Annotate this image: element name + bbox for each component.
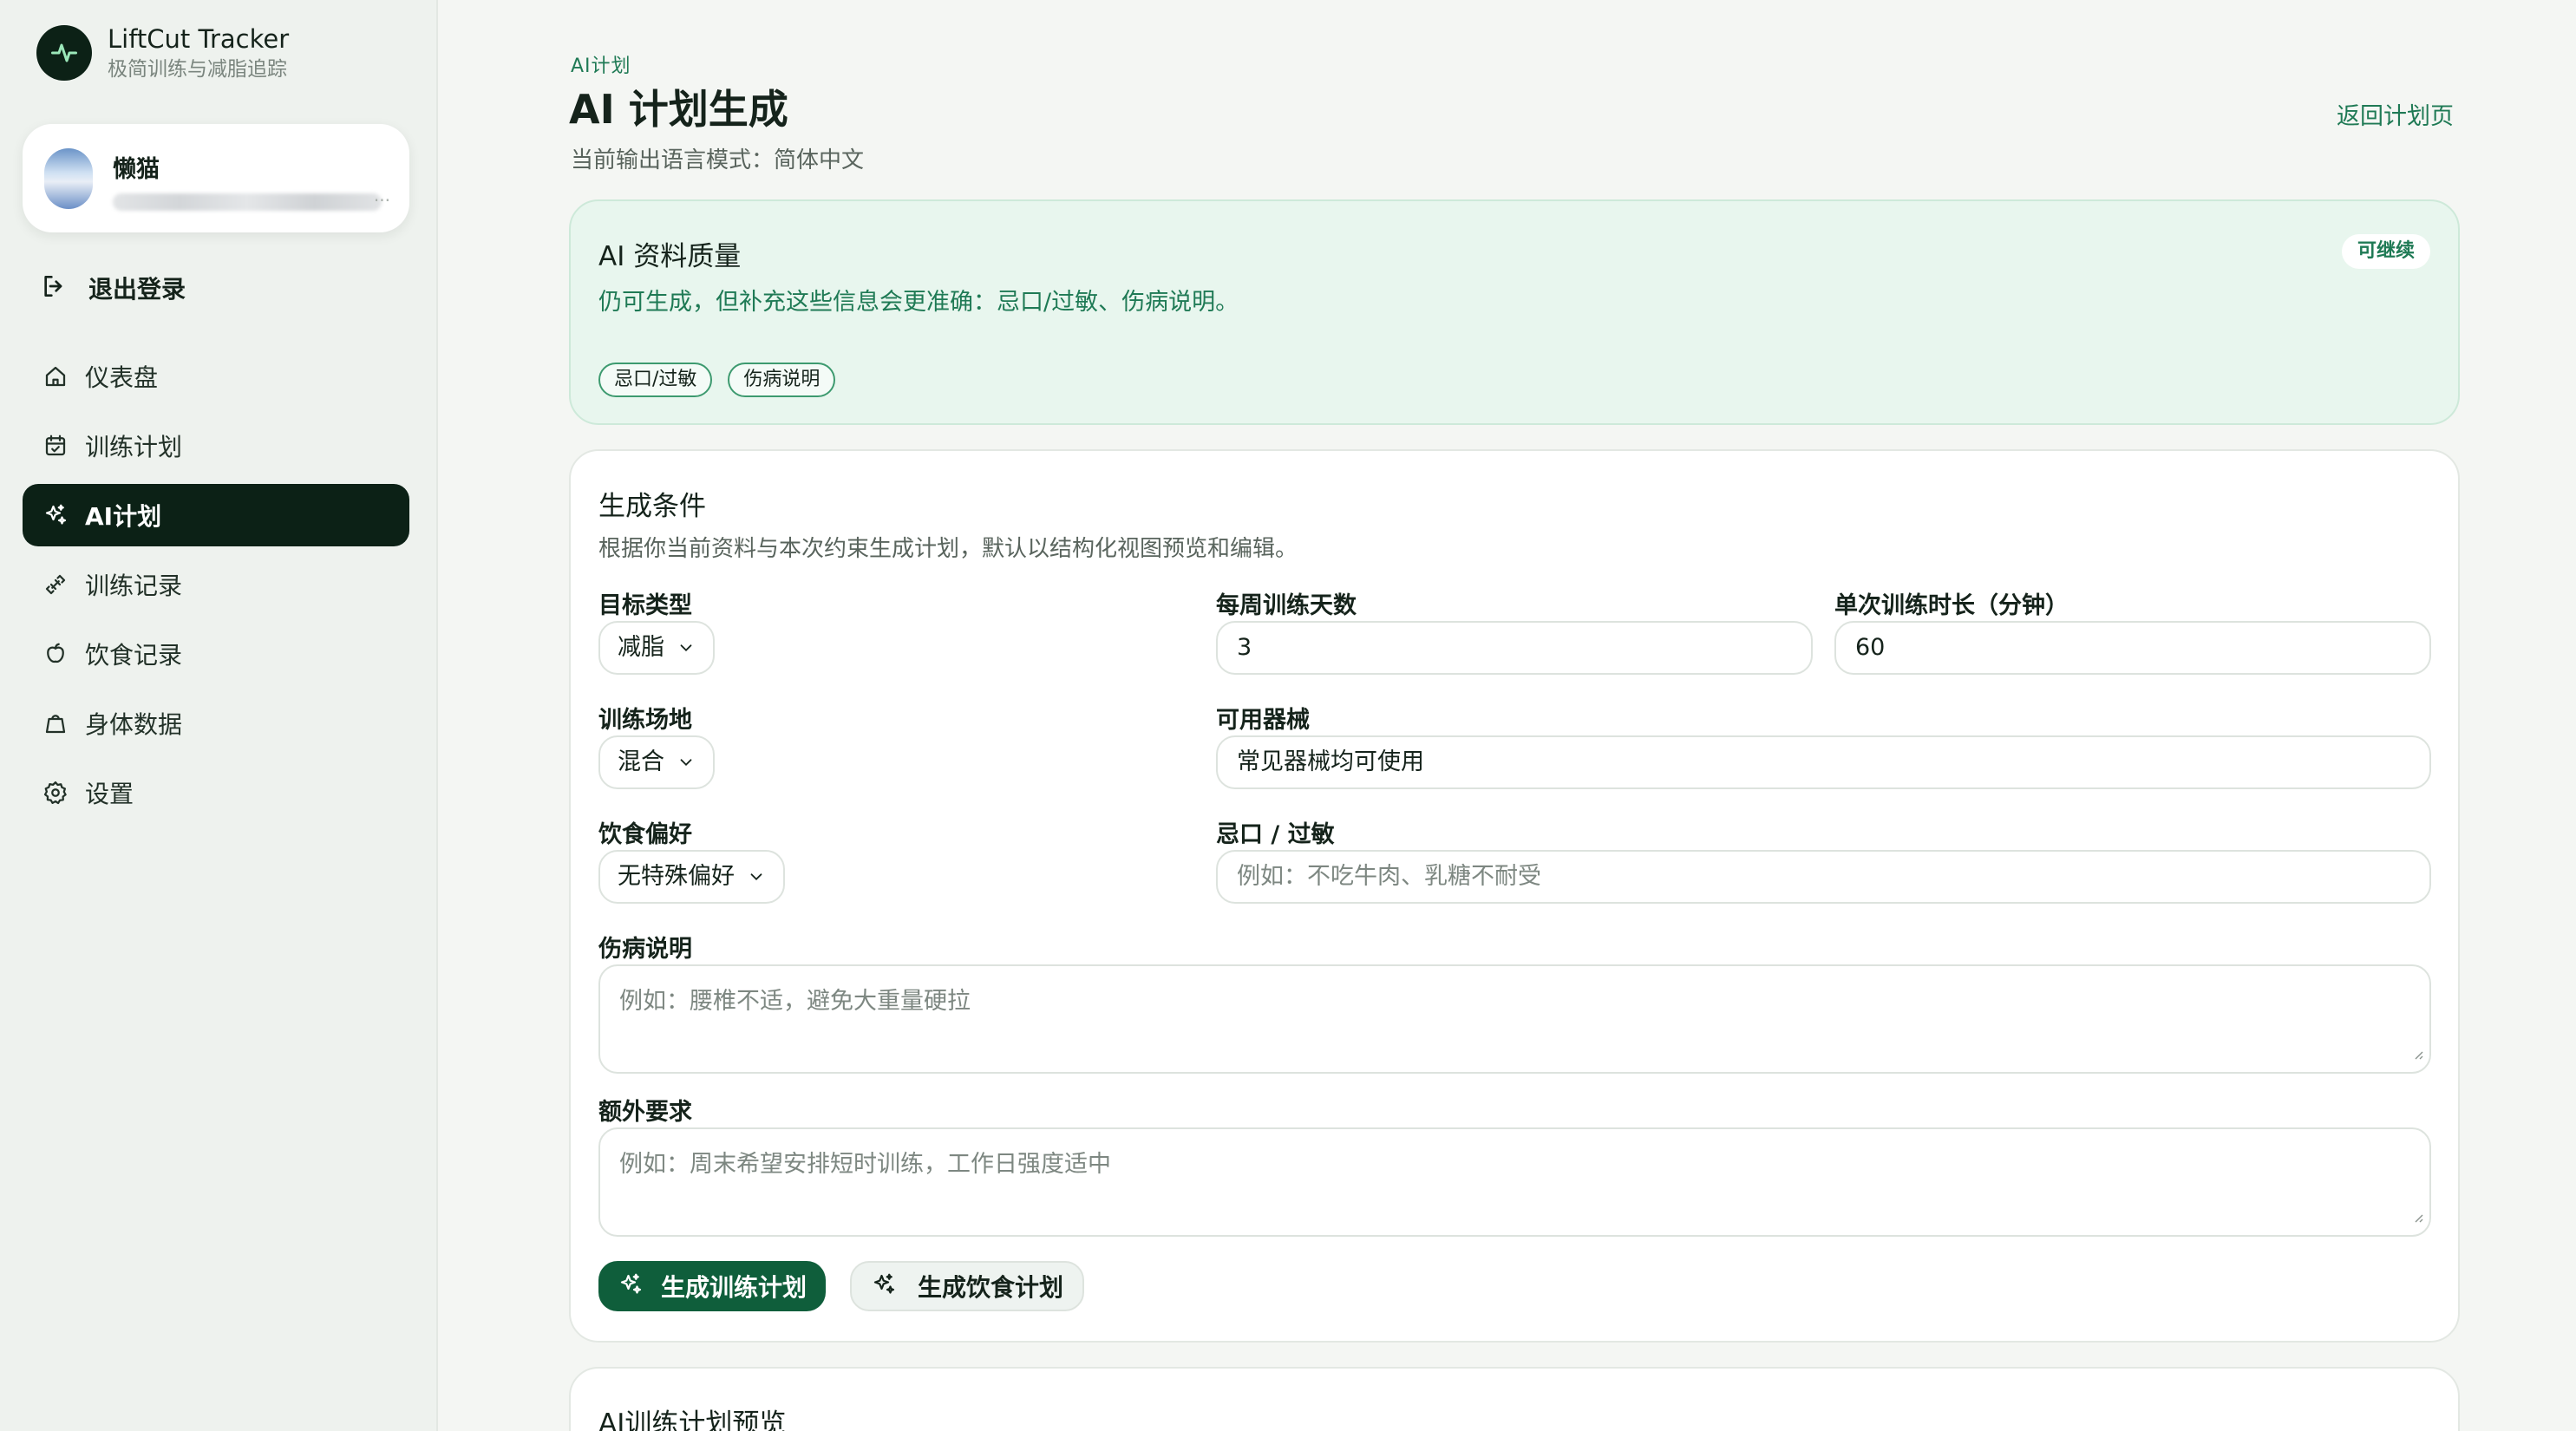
missing-tags: 忌口/过敏 伤病说明 <box>598 363 851 397</box>
sidebar-item-label: AI计划 <box>85 502 162 531</box>
conditions-title: 生成条件 <box>598 491 706 522</box>
sidebar-item-label: 训练记录 <box>85 572 183 600</box>
injuries-placeholder: 例如：腰椎不适，避免大重量硬拉 <box>619 988 971 1015</box>
extra-label: 额外要求 <box>598 1099 692 1126</box>
body-icon <box>42 709 69 737</box>
logout-icon <box>40 272 68 304</box>
conditions-card: 生成条件 根据你当前资料与本次约束生成计划，默认以结构化视图预览和编辑。 目标类… <box>569 449 2460 1343</box>
days-per-week-input[interactable]: 3 <box>1216 621 1813 675</box>
injuries-textarea[interactable]: 例如：腰椎不适，避免大重量硬拉 <box>598 964 2431 1074</box>
sidebar-nav: 仪表盘 训练计划 AI计划 训练记录 饮食记录 身体数据 设置 <box>23 345 409 831</box>
quality-title: AI 资料质量 <box>598 241 742 272</box>
generate-diet-button[interactable]: 生成饮食计划 <box>850 1261 1085 1311</box>
back-to-plans-link[interactable]: 返回计划页 <box>2337 97 2454 131</box>
sidebar-item-dashboard[interactable]: 仪表盘 <box>23 345 409 408</box>
diet-pref-select[interactable]: 无特殊偏好 <box>598 850 785 904</box>
venue-select[interactable]: 混合 <box>598 735 715 789</box>
session-minutes-label: 单次训练时长（分钟） <box>1834 592 2069 619</box>
sidebar-item-training-plan[interactable]: 训练计划 <box>23 415 409 477</box>
equipment-input[interactable]: 常见器械均可使用 <box>1216 735 2431 789</box>
sidebar-item-label: 身体数据 <box>85 710 183 739</box>
quality-description: 仍可生成，但补充这些信息会更准确：忌口/过敏、伤病说明。 <box>598 289 1239 316</box>
resize-handle-icon[interactable] <box>2410 1203 2424 1230</box>
days-per-week-label: 每周训练天数 <box>1216 592 1357 619</box>
sparkle-icon <box>42 501 69 529</box>
brand-name: LiftCut Tracker <box>108 24 290 54</box>
language-mode: 当前输出语言模式：简体中文 <box>571 147 865 173</box>
dumbbell-icon <box>42 571 69 598</box>
sidebar-item-label: 设置 <box>85 780 134 808</box>
sidebar-item-label: 仪表盘 <box>85 363 159 392</box>
sparkle-icon <box>618 1271 644 1301</box>
logout-label: 退出登录 <box>88 275 186 304</box>
sidebar-item-label: 训练计划 <box>85 433 183 461</box>
diet-pref-value: 无特殊偏好 <box>618 863 735 890</box>
diet-pref-label: 饮食偏好 <box>598 821 692 848</box>
conditions-description: 根据你当前资料与本次约束生成计划，默认以结构化视图预览和编辑。 <box>598 536 1298 562</box>
extra-placeholder: 例如：周末希望安排短时训练，工作日强度适中 <box>619 1151 1111 1178</box>
pulse-icon <box>36 25 92 81</box>
avatar <box>44 148 93 209</box>
sidebar: LiftCut Tracker 极简训练与减脂追踪 懒猫 ... 退出登录 仪表… <box>0 0 438 1431</box>
goal-type-label: 目标类型 <box>598 592 692 619</box>
brand[interactable]: LiftCut Tracker 极简训练与减脂追踪 <box>36 23 289 83</box>
generate-diet-label: 生成饮食计划 <box>918 1273 1064 1302</box>
logout-button[interactable]: 退出登录 <box>40 271 186 305</box>
user-card[interactable]: 懒猫 ... <box>23 124 409 232</box>
user-email: ... <box>113 190 390 209</box>
preview-title: AI训练计划预览 <box>598 1408 787 1431</box>
apple-icon <box>42 640 69 668</box>
status-badge: 可继续 <box>2341 234 2430 269</box>
session-minutes-input[interactable]: 60 <box>1834 621 2431 675</box>
sidebar-item-ai-plan[interactable]: AI计划 <box>23 484 409 546</box>
gear-icon <box>42 779 69 807</box>
home-icon <box>42 363 69 390</box>
sidebar-item-training-log[interactable]: 训练记录 <box>23 553 409 616</box>
chevron-down-icon <box>677 638 696 657</box>
brand-subtitle: 极简训练与减脂追踪 <box>108 58 287 81</box>
goal-type-value: 减脂 <box>618 634 664 661</box>
resize-handle-icon[interactable] <box>2410 1040 2424 1067</box>
chevron-down-icon <box>747 867 766 886</box>
sparkle-icon <box>871 1271 897 1301</box>
generate-training-button[interactable]: 生成训练计划 <box>598 1261 827 1311</box>
venue-label: 训练场地 <box>598 707 692 734</box>
data-quality-card: AI 资料质量 仍可生成，但补充这些信息会更准确：忌口/过敏、伤病说明。 可继续… <box>569 199 2460 425</box>
missing-tag-injuries: 伤病说明 <box>728 363 836 397</box>
injuries-label: 伤病说明 <box>598 936 692 963</box>
user-email-ellipsis: ... <box>373 190 390 206</box>
sidebar-item-settings[interactable]: 设置 <box>23 761 409 824</box>
chevron-down-icon <box>677 753 696 772</box>
calendar-icon <box>42 432 69 460</box>
page-title: AI 计划生成 <box>569 86 788 133</box>
allergies-label: 忌口 / 过敏 <box>1216 821 1335 848</box>
breadcrumb: AI计划 <box>571 56 631 77</box>
goal-type-select[interactable]: 减脂 <box>598 621 715 675</box>
sidebar-item-label: 饮食记录 <box>85 641 183 670</box>
missing-tag-allergies: 忌口/过敏 <box>598 363 713 397</box>
sidebar-item-diet-log[interactable]: 饮食记录 <box>23 623 409 685</box>
equipment-label: 可用器械 <box>1216 707 1310 734</box>
allergies-input[interactable]: 例如：不吃牛肉、乳糖不耐受 <box>1216 850 2431 904</box>
user-name: 懒猫 <box>113 156 160 183</box>
generate-training-label: 生成训练计划 <box>661 1273 807 1302</box>
training-preview-card: AI训练计划预览 <box>569 1367 2460 1431</box>
extra-textarea[interactable]: 例如：周末希望安排短时训练，工作日强度适中 <box>598 1127 2431 1237</box>
sidebar-item-body-data[interactable]: 身体数据 <box>23 692 409 755</box>
venue-value: 混合 <box>618 748 664 775</box>
